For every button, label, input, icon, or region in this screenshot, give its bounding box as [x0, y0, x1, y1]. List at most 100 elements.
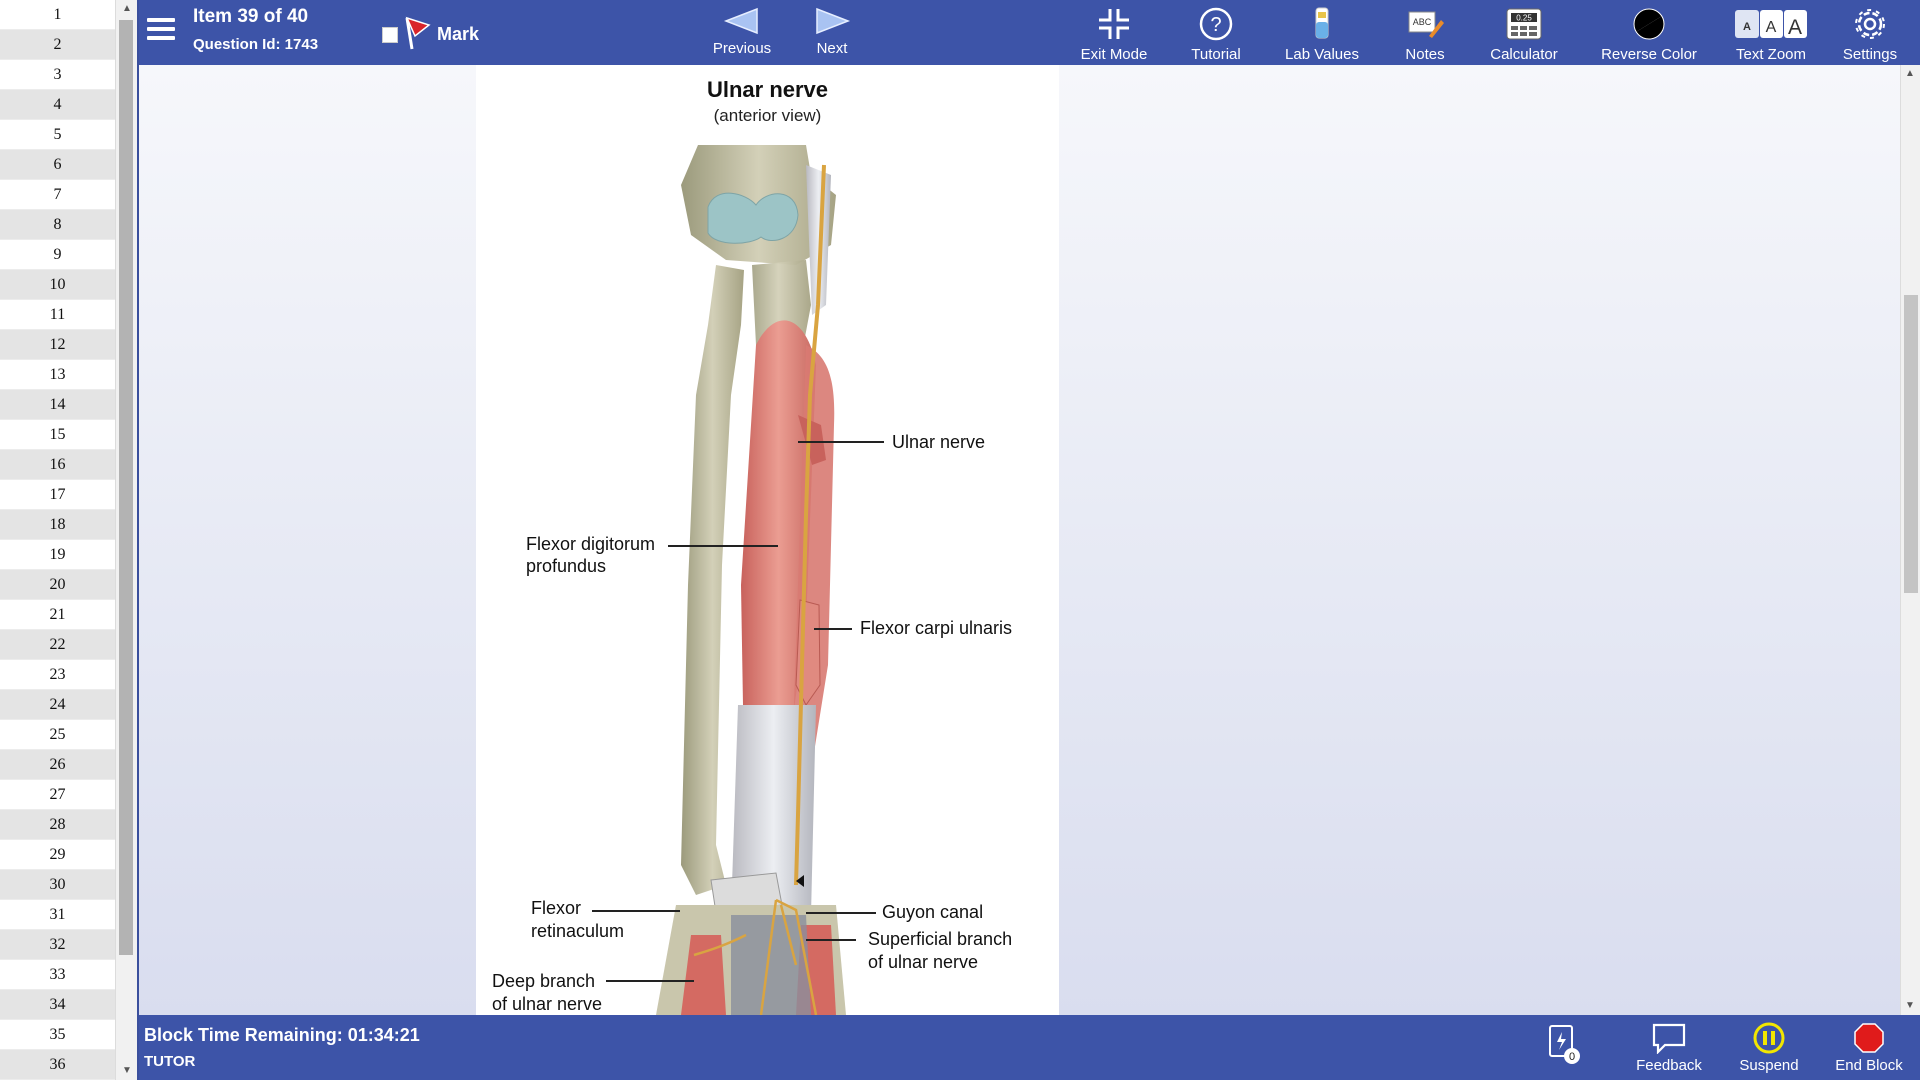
flashcard-icon: 0	[1549, 1025, 1580, 1064]
previous-arrow-icon	[723, 7, 758, 35]
mark-label[interactable]: Mark	[437, 24, 479, 45]
question-item-16[interactable]: 16	[0, 450, 115, 480]
item-list-scrollbar[interactable]: ▲ ▼	[115, 0, 137, 1080]
question-item-1[interactable]: 1	[0, 0, 115, 30]
notes-label: Notes	[1405, 46, 1445, 63]
question-item-30[interactable]: 30	[0, 870, 115, 900]
question-item-28[interactable]: 28	[0, 810, 115, 840]
question-id: Question Id: 1743	[193, 36, 319, 53]
label-superficial-line2: of ulnar nerve	[868, 952, 979, 972]
text-zoom-icon: A A A	[1735, 10, 1807, 39]
hamburger-menu-icon[interactable]	[147, 18, 175, 42]
question-item-10[interactable]: 10	[0, 270, 115, 300]
question-item-13[interactable]: 13	[0, 360, 115, 390]
question-item-35[interactable]: 35	[0, 1020, 115, 1050]
next-arrow-icon	[816, 7, 851, 35]
reverse-color-icon	[1633, 8, 1665, 40]
deep-leader	[606, 980, 694, 982]
content-scroll-down-icon[interactable]: ▼	[1901, 997, 1919, 1015]
content-scroll-thumb[interactable]	[1904, 295, 1918, 593]
reverse-color-label: Reverse Color	[1601, 46, 1697, 63]
question-item-6[interactable]: 6	[0, 150, 115, 180]
question-item-9[interactable]: 9	[0, 240, 115, 270]
settings-label: Settings	[1842, 46, 1898, 63]
end-block-label: End Block	[1835, 1057, 1903, 1074]
settings-button[interactable]: Settings	[1827, 0, 1913, 65]
label-deep-line1: Deep branch	[492, 971, 596, 991]
question-item-20[interactable]: 20	[0, 570, 115, 600]
question-item-26[interactable]: 26	[0, 750, 115, 780]
question-item-2[interactable]: 2	[0, 30, 115, 60]
mark-flag-icon[interactable]	[403, 15, 433, 51]
end-block-button[interactable]: End Block	[1819, 1015, 1919, 1080]
svg-text:0.25: 0.25	[1516, 14, 1532, 23]
calculator-button[interactable]: 0.25 Calculator	[1474, 0, 1574, 65]
text-zoom-label: Text Zoom	[1735, 46, 1807, 63]
item-list-scroll-thumb[interactable]	[119, 20, 133, 955]
svg-text:0: 0	[1569, 1051, 1575, 1063]
help-circle-icon: ?	[1199, 7, 1233, 41]
question-item-22[interactable]: 22	[0, 630, 115, 660]
ulnar-nerve-leader	[798, 441, 884, 443]
question-item-5[interactable]: 5	[0, 120, 115, 150]
svg-text:A: A	[1766, 19, 1777, 36]
label-superficial-line1: Superficial branch	[868, 929, 1013, 949]
stop-octagon-icon	[1854, 1023, 1884, 1053]
label-guyon-canal: Guyon canal	[882, 902, 984, 922]
exit-fullscreen-icon	[1099, 9, 1129, 39]
question-item-8[interactable]: 8	[0, 210, 115, 240]
question-item-25[interactable]: 25	[0, 720, 115, 750]
lab-values-label: Lab Values	[1285, 46, 1359, 63]
tutorial-button[interactable]: ? Tutorial	[1171, 0, 1261, 65]
scroll-up-arrow-icon[interactable]: ▲	[116, 0, 138, 18]
flashcard-button[interactable]: 0	[1534, 1015, 1594, 1080]
question-item-33[interactable]: 33	[0, 960, 115, 990]
question-item-23[interactable]: 23	[0, 660, 115, 690]
question-item-3[interactable]: 3	[0, 60, 115, 90]
mark-checkbox[interactable]	[382, 27, 398, 43]
text-zoom-button[interactable]: A A A Text Zoom	[1721, 0, 1821, 65]
previous-button[interactable]: Previous	[697, 0, 787, 65]
question-item-31[interactable]: 31	[0, 900, 115, 930]
exit-mode-button[interactable]: Exit Mode	[1069, 0, 1159, 65]
superficial-leader	[806, 939, 856, 941]
feedback-button[interactable]: Feedback	[1619, 1015, 1719, 1080]
label-fdp-line1: Flexor digitorum	[526, 534, 656, 554]
content-scroll-up-icon[interactable]: ▲	[1901, 65, 1919, 83]
block-timer: Block Time Remaining: 01:34:21	[144, 1025, 420, 1045]
exit-mode-label: Exit Mode	[1080, 46, 1148, 63]
next-button[interactable]: Next	[792, 0, 872, 65]
lab-values-button[interactable]: Lab Values	[1267, 0, 1377, 65]
feedback-speech-bubble-icon	[1652, 1023, 1686, 1054]
svg-text:ABC: ABC	[1413, 17, 1432, 27]
question-item-36[interactable]: 36	[0, 1050, 115, 1080]
label-fcu: Flexor carpi ulnaris	[860, 618, 1013, 638]
notes-button[interactable]: ABC Notes	[1385, 0, 1465, 65]
svg-text:?: ?	[1210, 14, 1221, 36]
suspend-label: Suspend	[1739, 1057, 1799, 1074]
suspend-button[interactable]: Suspend	[1724, 1015, 1814, 1080]
svg-text:A: A	[1788, 16, 1802, 39]
question-item-19[interactable]: 19	[0, 540, 115, 570]
question-item-29[interactable]: 29	[0, 840, 115, 870]
flask-icon	[1315, 7, 1329, 39]
question-item-15[interactable]: 15	[0, 420, 115, 450]
item-rows: 1 2 3 4 5 6 7 8 9 10 11 12 13 14 15 16 17 18 19 20 21 22 23 24 2…	[0, 0, 115, 1080]
question-item-34[interactable]: 34	[0, 990, 115, 1020]
bottom-toolbar: Block Time Remaining: 01:34:21 TUTOR 0 F…	[139, 1015, 1920, 1080]
question-item-21[interactable]: 21	[0, 600, 115, 630]
question-item-18[interactable]: 18	[0, 510, 115, 540]
fdp-leader	[668, 545, 778, 547]
question-item-7[interactable]: 7	[0, 180, 115, 210]
question-item-4[interactable]: 4	[0, 90, 115, 120]
content-scrollbar[interactable]: ▲ ▼	[1900, 65, 1920, 1015]
question-item-27[interactable]: 27	[0, 780, 115, 810]
question-item-11[interactable]: 11	[0, 300, 115, 330]
question-item-17[interactable]: 17	[0, 480, 115, 510]
question-item-14[interactable]: 14	[0, 390, 115, 420]
question-item-32[interactable]: 32	[0, 930, 115, 960]
reverse-color-button[interactable]: Reverse Color	[1579, 0, 1719, 65]
question-item-24[interactable]: 24	[0, 690, 115, 720]
scroll-down-arrow-icon[interactable]: ▼	[116, 1062, 138, 1080]
question-item-12[interactable]: 12	[0, 330, 115, 360]
